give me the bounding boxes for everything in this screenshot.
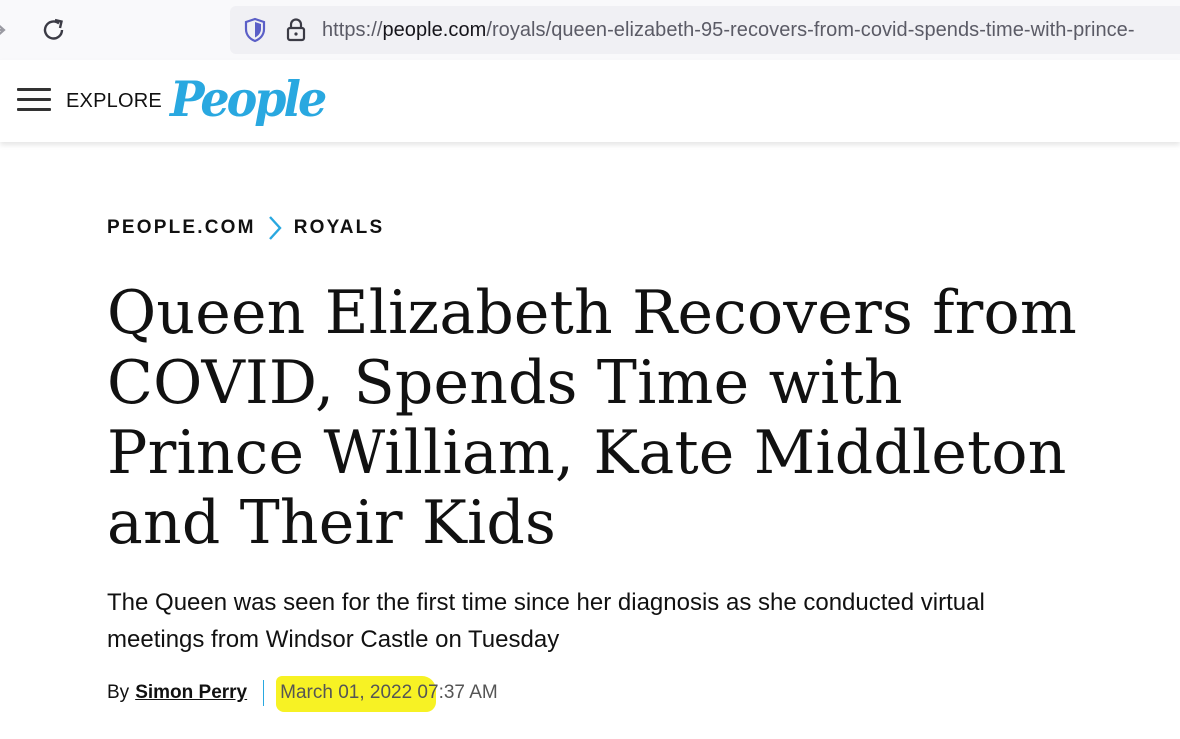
- chevron-right-icon: [268, 216, 282, 240]
- breadcrumb-item-royals[interactable]: ROYALS: [294, 217, 385, 239]
- browser-toolbar: https://people.com/royals/queen-elizabet…: [0, 0, 1180, 61]
- byline-divider: [263, 680, 265, 706]
- byline-prefix: By: [107, 682, 130, 703]
- breadcrumb-item-people-com[interactable]: PEOPLE.COM: [107, 217, 256, 239]
- article-headline: Queen Elizabeth Recovers from COVID, Spe…: [107, 278, 1077, 558]
- author-link[interactable]: Simon Perry: [135, 682, 247, 704]
- date-text: March 01, 2022 07:37 AM: [280, 682, 498, 703]
- shield-icon[interactable]: [243, 17, 267, 43]
- explore-link[interactable]: EXPLORE: [66, 90, 162, 113]
- forward-arrow-icon[interactable]: [0, 14, 14, 46]
- url-host: people.com: [382, 19, 487, 41]
- hamburger-menu-icon[interactable]: [17, 88, 51, 114]
- url-path: /royals/queen-elizabeth-95-recovers-from…: [486, 19, 1135, 41]
- byline: By Simon Perry March 01, 2022 07:37 AM: [107, 676, 498, 712]
- url-text[interactable]: https://people.com/royals/queen-elizabet…: [322, 18, 1135, 42]
- lock-icon[interactable]: [285, 17, 307, 43]
- breadcrumb: PEOPLE.COM ROYALS: [107, 215, 384, 241]
- site-header: EXPLORE People: [0, 60, 1180, 142]
- url-scheme: https://: [322, 19, 383, 41]
- address-bar[interactable]: https://people.com/royals/queen-elizabet…: [230, 6, 1180, 54]
- people-logo[interactable]: People: [170, 71, 327, 128]
- article-dek: The Queen was seen for the first time si…: [107, 589, 985, 653]
- reload-icon[interactable]: [40, 16, 68, 44]
- publish-date: March 01, 2022 07:37 AM: [276, 676, 498, 712]
